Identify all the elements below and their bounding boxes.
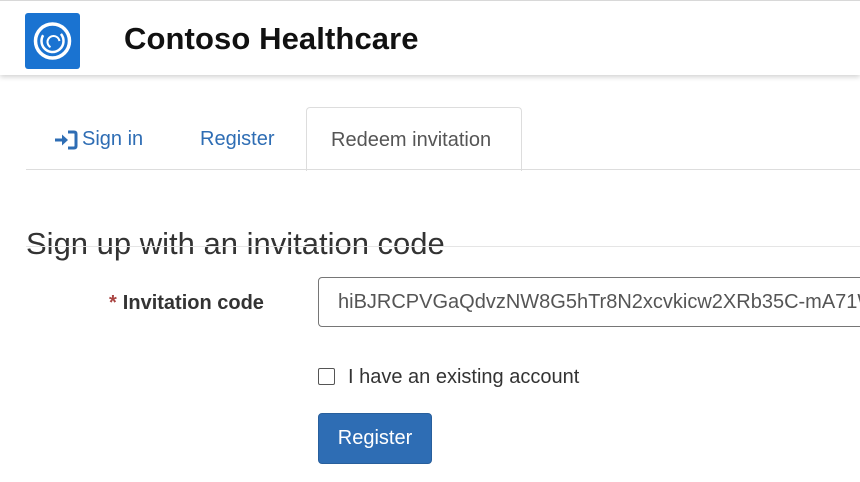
- tabs-divider: [26, 169, 860, 170]
- tab-redeem-invitation[interactable]: Redeem invitation: [306, 107, 522, 171]
- existing-account-label[interactable]: I have an existing account: [348, 366, 579, 389]
- tab-register[interactable]: Register: [182, 107, 292, 169]
- top-header: Contoso Healthcare: [0, 0, 860, 75]
- brand-name[interactable]: Contoso Healthcare: [124, 21, 419, 57]
- contoso-logo-icon[interactable]: [25, 13, 80, 69]
- tab-sign-in[interactable]: Sign in: [54, 107, 164, 169]
- page-title: Sign up with an invitation code: [26, 225, 445, 261]
- ring-logo-graphic: [33, 22, 72, 60]
- tab-register-label: Register: [200, 128, 275, 150]
- tab-sign-in-label: Sign in: [82, 128, 144, 150]
- register-button[interactable]: Register: [318, 413, 432, 464]
- sign-in-icon: [54, 130, 78, 156]
- invitation-code-label: * Invitation code: [109, 292, 264, 315]
- invitation-code-input[interactable]: [318, 277, 860, 327]
- invitation-code-label-text: Invitation code: [122, 292, 264, 314]
- existing-account-checkbox[interactable]: [318, 368, 335, 385]
- title-divider: [26, 246, 860, 247]
- required-marker: *: [109, 292, 117, 314]
- tab-redeem-invitation-label: Redeem invitation: [331, 129, 492, 151]
